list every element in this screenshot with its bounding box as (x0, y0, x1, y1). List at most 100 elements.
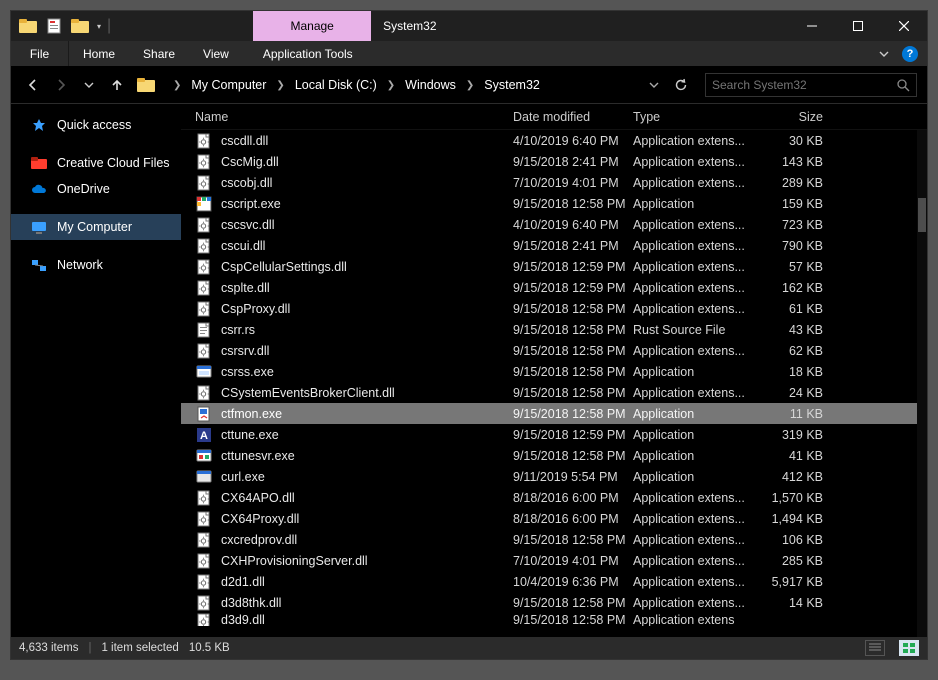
breadcrumb-item[interactable]: Windows (401, 78, 460, 92)
file-row[interactable]: curl.exe9/11/2019 5:54 PMApplication412 … (181, 466, 917, 487)
navigation-bar: ❯ My Computer❯Local Disk (C:)❯Windows❯Sy… (11, 67, 927, 103)
ribbon-tab-view[interactable]: View (189, 41, 243, 66)
minimize-button[interactable] (789, 11, 835, 41)
file-row[interactable]: CXHProvisioningServer.dll7/10/2019 4:01 … (181, 550, 917, 571)
up-button[interactable] (105, 73, 129, 97)
sidebar-item-label: My Computer (57, 220, 132, 234)
file-size: 285 KB (759, 554, 839, 568)
file-date: 9/15/2018 12:58 PM (513, 596, 633, 610)
ribbon-tab-share[interactable]: Share (129, 41, 189, 66)
refresh-button[interactable] (669, 78, 693, 92)
content-body: Quick access Creative Cloud Files OneDrive… (11, 104, 927, 637)
column-name[interactable]: Name (195, 110, 513, 124)
file-row[interactable]: CscMig.dll9/15/2018 2:41 PMApplication e… (181, 151, 917, 172)
sidebar-item-quick-access[interactable]: Quick access (11, 112, 181, 138)
forward-button[interactable] (49, 73, 73, 97)
file-date: 9/15/2018 12:58 PM (513, 323, 633, 337)
file-row[interactable]: ctfmon.exe9/15/2018 12:58 PMApplication1… (181, 403, 917, 424)
column-type[interactable]: Type (633, 110, 759, 124)
network-icon (31, 257, 47, 273)
breadcrumb-item[interactable]: System32 (480, 78, 544, 92)
vertical-scrollbar[interactable] (917, 130, 927, 637)
file-row[interactable]: d2d1.dll10/4/2019 6:36 PMApplication ext… (181, 571, 917, 592)
new-folder-icon[interactable] (69, 15, 91, 37)
breadcrumb[interactable]: ❯ My Computer❯Local Disk (C:)❯Windows❯Sy… (163, 73, 665, 97)
sidebar-item-network[interactable]: Network (11, 252, 181, 278)
chevron-right-icon[interactable]: ❯ (167, 80, 187, 91)
search-input[interactable] (712, 78, 897, 92)
file-row[interactable]: csrsrv.dll9/15/2018 12:58 PMApplication … (181, 340, 917, 361)
file-row[interactable]: cscdll.dll4/10/2019 6:40 PMApplication e… (181, 130, 917, 151)
contextual-tab-manage[interactable]: Manage (253, 11, 371, 41)
file-size: 162 KB (759, 281, 839, 295)
file-type: Application (633, 428, 759, 442)
star-icon (31, 117, 47, 133)
file-row[interactable]: CX64APO.dll8/18/2016 6:00 PMApplication … (181, 487, 917, 508)
close-button[interactable] (881, 11, 927, 41)
file-type: Application extens... (633, 554, 759, 568)
file-row[interactable]: d3d9.dll9/15/2018 12:58 PMApplication ex… (181, 613, 917, 626)
file-row[interactable]: CX64Proxy.dll8/18/2016 6:00 PMApplicatio… (181, 508, 917, 529)
address-dropdown-icon[interactable] (643, 80, 665, 90)
ribbon-expand-icon[interactable] (869, 41, 899, 66)
scrollbar-thumb[interactable] (918, 198, 926, 232)
file-row[interactable]: cscsvc.dll4/10/2019 6:40 PMApplication e… (181, 214, 917, 235)
file-row[interactable]: csrss.exe9/15/2018 12:58 PMApplication18… (181, 361, 917, 382)
file-row[interactable]: CspProxy.dll9/15/2018 12:58 PMApplicatio… (181, 298, 917, 319)
sidebar-item-my-computer[interactable]: My Computer (11, 214, 181, 240)
file-row[interactable]: cscobj.dll7/10/2019 4:01 PMApplication e… (181, 172, 917, 193)
file-size: 1,570 KB (759, 491, 839, 505)
back-button[interactable] (21, 73, 45, 97)
file-date: 9/15/2018 12:58 PM (513, 302, 633, 316)
file-type: Application (633, 407, 759, 421)
file-name: cscobj.dll (221, 176, 513, 190)
properties-icon[interactable] (43, 15, 65, 37)
search-box[interactable] (705, 73, 917, 97)
column-date[interactable]: Date modified (513, 110, 633, 124)
file-row[interactable]: cttunesvr.exe9/15/2018 12:58 PMApplicati… (181, 445, 917, 466)
file-row[interactable]: cscui.dll9/15/2018 2:41 PMApplication ex… (181, 235, 917, 256)
file-date: 9/15/2018 12:58 PM (513, 613, 633, 626)
ribbon-tab-home[interactable]: Home (69, 41, 129, 66)
chevron-right-icon[interactable]: ❯ (460, 80, 480, 91)
chevron-right-icon[interactable]: ❯ (270, 80, 290, 91)
recent-locations-icon[interactable] (77, 73, 101, 97)
file-row[interactable]: cxcredprov.dll9/15/2018 12:58 PMApplicat… (181, 529, 917, 550)
column-size[interactable]: Size (759, 110, 839, 124)
file-date: 8/18/2016 6:00 PM (513, 512, 633, 526)
file-row[interactable]: cscript.exe9/15/2018 12:58 PMApplication… (181, 193, 917, 214)
file-row[interactable]: Acttune.exe9/15/2018 12:59 PMApplication… (181, 424, 917, 445)
sidebar-item-label: Creative Cloud Files (57, 156, 170, 170)
file-list[interactable]: cscdll.dll4/10/2019 6:40 PMApplication e… (181, 130, 927, 637)
search-icon[interactable] (897, 79, 910, 92)
help-icon[interactable]: ? (899, 43, 921, 65)
sidebar-item-creative-cloud-files[interactable]: Creative Cloud Files (11, 150, 181, 176)
file-row[interactable]: CSystemEventsBrokerClient.dll9/15/2018 1… (181, 382, 917, 403)
file-size: 24 KB (759, 386, 839, 400)
file-date: 7/10/2019 4:01 PM (513, 176, 633, 190)
ribbon-context-tab[interactable]: Application Tools (249, 41, 367, 66)
file-size: 790 KB (759, 239, 839, 253)
file-icon (195, 406, 213, 422)
file-row[interactable]: CspCellularSettings.dll9/15/2018 12:59 P… (181, 256, 917, 277)
file-date: 9/15/2018 12:58 PM (513, 365, 633, 379)
details-view-button[interactable] (865, 640, 885, 656)
title-bar: ▾ | Manage System32 (11, 11, 927, 41)
file-size: 57 KB (759, 260, 839, 274)
thumbnails-view-button[interactable] (899, 640, 919, 656)
qat-dropdown-icon[interactable]: ▾ (93, 22, 105, 31)
window-title: System32 (371, 11, 789, 41)
file-row[interactable]: d3d8thk.dll9/15/2018 12:58 PMApplication… (181, 592, 917, 613)
maximize-button[interactable] (835, 11, 881, 41)
breadcrumb-item[interactable]: My Computer (187, 78, 270, 92)
breadcrumb-item[interactable]: Local Disk (C:) (291, 78, 381, 92)
chevron-right-icon[interactable]: ❯ (381, 80, 401, 91)
sidebar-item-onedrive[interactable]: OneDrive (11, 176, 181, 202)
file-type: Application (633, 197, 759, 211)
file-row[interactable]: csplte.dll9/15/2018 12:59 PMApplication … (181, 277, 917, 298)
column-headers[interactable]: Name Date modified Type Size (181, 104, 927, 130)
file-name: cscsvc.dll (221, 218, 513, 232)
file-row[interactable]: csrr.rs9/15/2018 12:58 PMRust Source Fil… (181, 319, 917, 340)
file-size: 289 KB (759, 176, 839, 190)
ribbon-file-tab[interactable]: File (11, 41, 69, 66)
